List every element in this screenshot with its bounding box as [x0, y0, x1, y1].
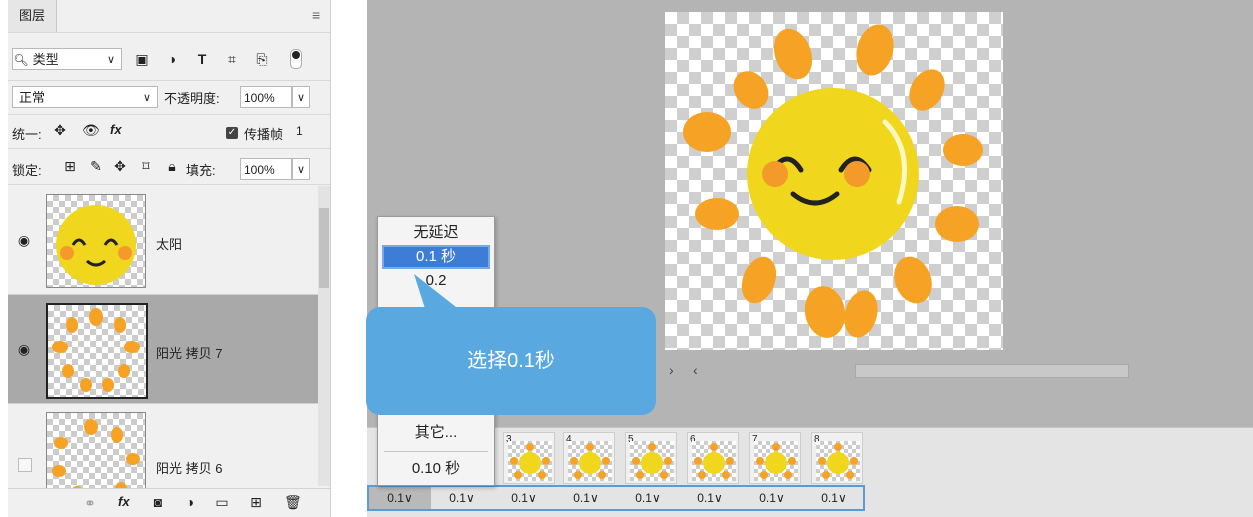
fill-value: 100% — [244, 163, 275, 177]
layer-thumbnail — [46, 194, 146, 288]
sun-artwork — [683, 24, 983, 338]
frame-4[interactable]: 4 — [563, 432, 615, 484]
workspace: › ‹ 3 4 5 6 7 8 0.1∨ 0.1∨ 0.1∨ 0.1∨ 0.1∨… — [367, 0, 1253, 517]
propagate-checkbox[interactable]: ✓ — [226, 127, 238, 139]
fill-dropdown[interactable]: ∨ — [292, 158, 310, 180]
visibility-toggle[interactable] — [18, 458, 32, 472]
frame-delay-1[interactable]: 0.1∨ — [369, 487, 431, 509]
lock-transparent-icon[interactable]: ⊞ — [62, 158, 78, 175]
frame-thumbnail — [508, 441, 552, 481]
tab-layers[interactable]: 图层 — [8, 0, 57, 32]
fill-label: 填充: — [186, 163, 216, 178]
frame-delay-6[interactable]: 0.1∨ — [679, 487, 741, 509]
filter-select[interactable]: 🔍︎ 类型 ∨ — [12, 48, 122, 70]
layer-name[interactable]: 太阳 — [156, 234, 182, 253]
eye-icon[interactable]: ◉ — [14, 232, 34, 248]
blend-mode-label: 正常 — [19, 90, 46, 105]
filter-type-icon[interactable]: T — [194, 44, 210, 74]
frame-thumbnail — [754, 441, 798, 481]
unify-visibility-icon[interactable]: 👁︎ — [82, 122, 100, 139]
frame-5[interactable]: 5 — [625, 432, 677, 484]
filter-toggle-icon[interactable] — [290, 49, 302, 69]
fill-field[interactable]: 100% — [240, 158, 292, 180]
layer-name[interactable]: 阳光 拷贝 6 — [156, 458, 222, 477]
panel-menu-icon[interactable]: ≡ — [312, 8, 326, 22]
filter-adjustment-icon[interactable]: ◑ — [164, 44, 180, 74]
unify-label: 统一: — [12, 127, 42, 142]
layers-scroll-thumb[interactable] — [319, 208, 329, 288]
lock-image-icon[interactable]: ✎ — [88, 158, 104, 175]
lock-artboard-icon[interactable]: ⌑ — [138, 158, 154, 175]
unify-position-icon[interactable]: ✥ — [52, 122, 68, 139]
menu-item-current-delay[interactable]: 0.10 秒 — [378, 457, 494, 481]
layers-bottom-bar: ⚭ fx ◙ ◑ ▭ ⊞ 🗑︎ — [8, 488, 330, 517]
frame-8[interactable]: 8 — [811, 432, 863, 484]
opacity-value: 100% — [244, 91, 275, 105]
fx-icon[interactable]: fx — [118, 494, 130, 509]
propagate-label: 传播帧 — [244, 127, 284, 142]
filter-type-label: 类型 — [32, 52, 59, 67]
blend-mode-select[interactable]: 正常 ∨ — [12, 86, 158, 108]
lock-all-icon[interactable]: 🔒︎ — [164, 158, 180, 175]
new-layer-icon[interactable]: ⊞ — [248, 494, 264, 511]
menu-separator — [384, 451, 488, 452]
lock-position-icon[interactable]: ✥ — [112, 158, 128, 175]
chevron-down-icon: ∨ — [106, 54, 115, 66]
lock-label: 锁定: — [12, 163, 42, 178]
opacity-label: 不透明度: — [164, 91, 220, 106]
filter-pixel-icon[interactable]: ▣ — [134, 44, 150, 74]
scroll-right-arrow-icon[interactable]: › — [669, 362, 674, 378]
frame-delay-8[interactable]: 0.1∨ — [803, 487, 865, 509]
search-icon: 🔍︎ — [13, 53, 29, 67]
frame-3[interactable]: 3 — [503, 432, 555, 484]
frame-delay-4[interactable]: 0.1∨ — [555, 487, 617, 509]
document-canvas[interactable] — [665, 12, 1003, 350]
frame-delay-2[interactable]: 0.1∨ — [431, 487, 493, 509]
frame-delay-7[interactable]: 0.1∨ — [741, 487, 803, 509]
propagate-value: 1 — [296, 124, 303, 138]
folder-icon[interactable]: ▭ — [214, 494, 230, 511]
instruction-callout: 选择0.1秒 — [366, 307, 656, 415]
chevron-down-icon: ∨ — [142, 92, 151, 104]
frame-thumbnail — [568, 441, 612, 481]
filter-shape-icon[interactable]: ⌗ — [224, 44, 240, 74]
layer-thumbnail — [46, 303, 148, 399]
trash-icon[interactable]: 🗑︎ — [284, 494, 302, 511]
eye-icon[interactable]: ◉ — [14, 341, 34, 357]
callout-text: 选择0.1秒 — [467, 350, 555, 372]
frame-thumbnail — [816, 441, 860, 481]
layers-panel: 图层 ≡ 🔍︎ 类型 ∨ ▣ ◑ T ⌗ ⎘ 正常 ∨ 不透明度: 100% ∨… — [8, 0, 331, 517]
frame-delay-3[interactable]: 0.1∨ — [493, 487, 555, 509]
layer-name[interactable]: 阳光 拷贝 7 — [156, 343, 222, 362]
frame-6[interactable]: 6 — [687, 432, 739, 484]
frame-delay-5[interactable]: 0.1∨ — [617, 487, 679, 509]
timeline-panel: 3 4 5 6 7 8 0.1∨ 0.1∨ 0.1∨ 0.1∨ 0.1∨ 0.1… — [367, 427, 1253, 517]
menu-item-other[interactable]: 其它... — [378, 421, 494, 445]
unify-style-icon[interactable]: fx — [110, 122, 122, 137]
frame-thumbnail — [630, 441, 674, 481]
frame-7[interactable]: 7 — [749, 432, 801, 484]
opacity-dropdown[interactable]: ∨ — [292, 86, 310, 108]
layer-row-sun[interactable]: ◉ 太阳 — [8, 186, 318, 295]
menu-item-0-1-sec[interactable]: 0.1 秒 — [382, 245, 490, 269]
canvas-scroll-thumb[interactable] — [855, 364, 1129, 378]
layer-row-rays-copy-7[interactable]: ◉ 阳光 拷贝 7 — [8, 295, 318, 404]
mask-icon[interactable]: ◙ — [150, 494, 166, 510]
link-icon[interactable]: ⚭ — [82, 495, 98, 512]
filter-smart-object-icon[interactable]: ⎘ — [254, 44, 270, 74]
adjustment-icon[interactable]: ◑ — [182, 494, 198, 510]
frame-delay-strip: 0.1∨ 0.1∨ 0.1∨ 0.1∨ 0.1∨ 0.1∨ 0.1∨ 0.1∨ — [367, 485, 865, 511]
opacity-field[interactable]: 100% — [240, 86, 292, 108]
scroll-left-arrow-icon[interactable]: ‹ — [693, 362, 698, 378]
menu-item-no-delay[interactable]: 无延迟 — [378, 221, 494, 245]
frame-thumbnail — [692, 441, 736, 481]
